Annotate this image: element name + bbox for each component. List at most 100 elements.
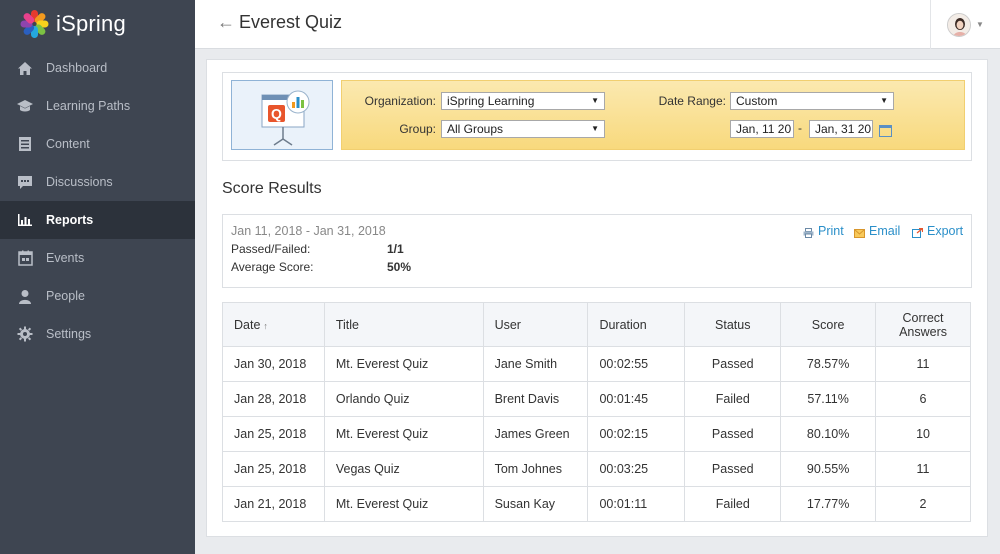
column-header-label: Answers xyxy=(899,324,947,339)
cell-status: Failed xyxy=(684,486,782,522)
date-range-select[interactable]: Custom ▼ xyxy=(730,92,894,110)
cell-correct-answers: 11 xyxy=(875,346,971,382)
cell-title: Vegas Quiz xyxy=(323,451,484,487)
cell-correct-answers: 10 xyxy=(875,416,971,452)
sidebar-item-label: Settings xyxy=(46,327,92,341)
cell-score[interactable]: 17.77% xyxy=(780,486,877,522)
table-row[interactable]: Jan 25, 2018 Vegas Quiz Tom Johnes 00:03… xyxy=(222,451,971,487)
export-icon xyxy=(912,227,924,238)
date-to-input[interactable]: Jan, 31 20 xyxy=(809,120,873,138)
calendar-icon xyxy=(16,249,34,267)
sidebar-item-label: Discussions xyxy=(46,175,113,189)
sort-ascending-icon: ↑ xyxy=(263,320,268,331)
envelope-icon xyxy=(854,227,865,238)
column-header-duration[interactable]: Duration xyxy=(587,302,686,347)
cell-date: Jan 30, 2018 xyxy=(222,346,325,382)
column-header-label: Date xyxy=(234,317,261,332)
cell-score[interactable]: 57.11% xyxy=(780,381,877,417)
sidebar-item-settings[interactable]: Settings xyxy=(0,315,195,353)
print-button[interactable]: Print xyxy=(803,224,844,238)
date-from-input[interactable]: Jan, 11 20 xyxy=(730,120,794,138)
cell-correct-answers: 6 xyxy=(875,381,971,417)
column-header-label: Correct xyxy=(902,310,944,325)
cell-date: Jan 21, 2018 xyxy=(222,486,325,522)
column-header-user[interactable]: User xyxy=(482,302,589,347)
table-row[interactable]: Jan 21, 2018 Mt. Everest Quiz Susan Kay … xyxy=(222,486,971,522)
table-header-row: Date ↑ Title User Duration Status Score C… xyxy=(222,302,971,347)
document-icon xyxy=(16,135,34,153)
column-header-date[interactable]: Date ↑ xyxy=(222,302,325,347)
results-table: Date ↑ Title User Duration Status Score C… xyxy=(222,302,971,522)
export-button[interactable]: Export xyxy=(912,224,963,238)
bar-chart-icon xyxy=(16,211,34,229)
cell-duration: 00:01:11 xyxy=(587,486,686,522)
export-label: Export xyxy=(927,224,964,238)
cell-status: Failed xyxy=(684,381,782,417)
cell-duration: 00:03:25 xyxy=(587,451,686,487)
calendar-icon[interactable] xyxy=(879,125,892,137)
cell-title: Mt. Everest Quiz xyxy=(323,416,484,452)
sidebar-item-label: Reports xyxy=(46,213,94,227)
sidebar-item-discussions[interactable]: Discussions xyxy=(0,163,195,201)
table-row[interactable]: Jan 30, 2018 Mt. Everest Quiz Jane Smith… xyxy=(222,346,971,382)
cell-date: Jan 25, 2018 xyxy=(222,416,325,452)
cell-user: Brent Davis xyxy=(482,381,589,417)
filter-box: Q Organization: iSpring Learning ▼ Group… xyxy=(222,72,972,161)
passed-failed-value: 1/1 xyxy=(387,242,404,256)
date-separator: - xyxy=(798,121,802,135)
sidebar-item-reports[interactable]: Reports xyxy=(0,201,195,239)
organization-select[interactable]: iSpring Learning ▼ xyxy=(441,92,605,110)
sidebar-item-events[interactable]: Events xyxy=(0,239,195,277)
cell-user: James Green xyxy=(482,416,589,452)
person-icon xyxy=(16,287,34,305)
cell-title: Orlando Quiz xyxy=(323,381,484,417)
column-header-status[interactable]: Status xyxy=(684,302,782,347)
cell-user: Susan Kay xyxy=(482,486,589,522)
summary-box: Jan 11, 2018 - Jan 31, 2018 Passed/Faile… xyxy=(222,214,972,288)
sidebar-item-learning-paths[interactable]: Learning Paths xyxy=(0,87,195,125)
group-label: Group: xyxy=(399,122,436,136)
cell-date: Jan 28, 2018 xyxy=(222,381,325,417)
sidebar-item-content[interactable]: Content xyxy=(0,125,195,163)
sidebar-item-people[interactable]: People xyxy=(0,277,195,315)
email-label: Email xyxy=(869,224,901,238)
email-button[interactable]: Email xyxy=(854,224,900,238)
avatar xyxy=(947,12,972,37)
sidebar-item-label: Content xyxy=(46,137,90,151)
cell-duration: 00:01:45 xyxy=(587,381,686,417)
cell-score[interactable]: 78.57% xyxy=(780,346,877,382)
page-title: Everest Quiz xyxy=(239,12,343,32)
chat-icon xyxy=(16,173,34,191)
printer-icon xyxy=(803,227,814,238)
table-row[interactable]: Jan 28, 2018 Orlando Quiz Brent Davis 00… xyxy=(222,381,971,417)
cell-user: Jane Smith xyxy=(482,346,589,382)
organization-label: Organization: xyxy=(364,94,436,108)
sidebar-item-dashboard[interactable]: Dashboard xyxy=(0,49,195,87)
back-arrow-icon[interactable]: ← xyxy=(217,12,235,33)
logo[interactable]: iSpring xyxy=(0,0,195,48)
report-panel: Q Organization: iSpring Learning ▼ Group… xyxy=(206,59,988,537)
column-header-title[interactable]: Title xyxy=(323,302,484,347)
average-score-value: 50% xyxy=(387,260,412,274)
chevron-down-icon: ▼ xyxy=(880,96,888,105)
cell-status: Passed xyxy=(684,451,782,487)
passed-failed-label: Passed/Failed: xyxy=(231,242,311,256)
user-menu[interactable]: ▼ xyxy=(930,0,1000,49)
cell-correct-answers: 11 xyxy=(875,451,971,487)
table-row[interactable]: Jan 25, 2018 Mt. Everest Quiz James Gree… xyxy=(222,416,971,452)
column-header-correct-answers[interactable]: Correct Answers xyxy=(875,302,971,347)
section-title: Score Results xyxy=(222,180,322,197)
group-select[interactable]: All Groups ▼ xyxy=(441,120,605,138)
sidebar-item-label: Dashboard xyxy=(46,61,108,75)
summary-date-range: Jan 11, 2018 - Jan 31, 2018 xyxy=(231,224,386,238)
cell-duration: 00:02:55 xyxy=(587,346,686,382)
column-header-score[interactable]: Score xyxy=(780,302,877,347)
logo-text: iSpring xyxy=(56,11,126,36)
print-label: Print xyxy=(818,224,844,238)
gear-icon xyxy=(16,325,34,343)
date-range-selected-value: Custom xyxy=(736,94,778,108)
cell-status: Passed xyxy=(684,416,782,452)
cell-score[interactable]: 80.10% xyxy=(780,416,877,452)
filter-form: Organization: iSpring Learning ▼ Group: … xyxy=(341,80,965,150)
cell-score[interactable]: 90.55% xyxy=(780,451,877,487)
